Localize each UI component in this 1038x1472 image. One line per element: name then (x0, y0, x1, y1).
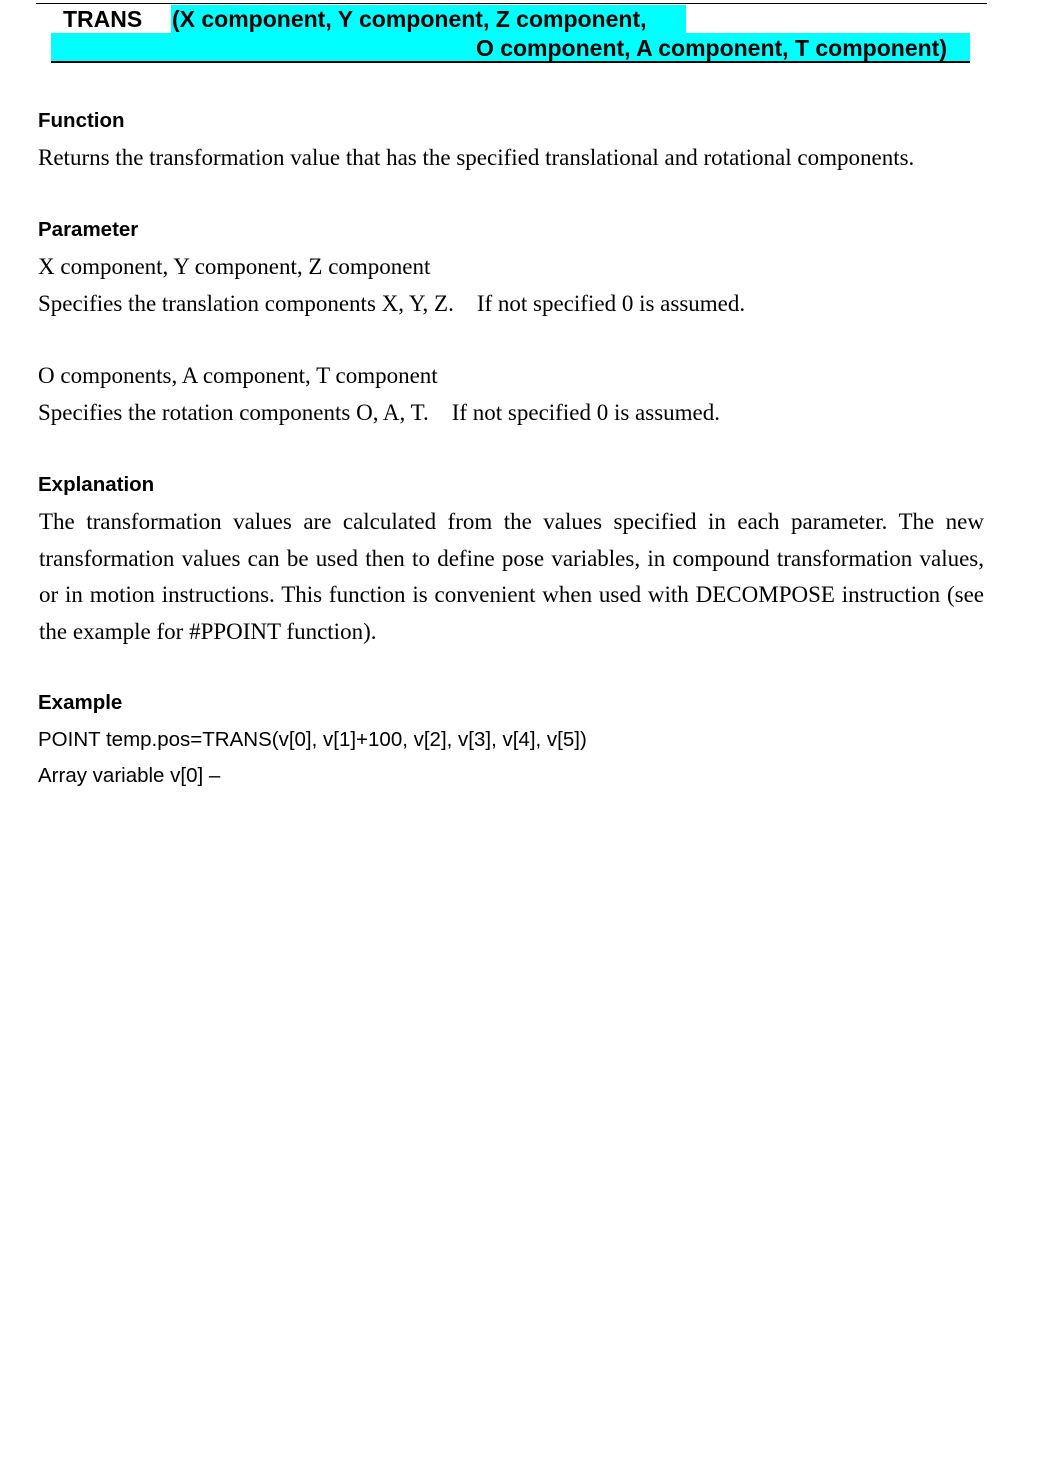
explanation-heading: Explanation (38, 473, 155, 496)
translation-param-name: X component, Y component, Z component (38, 254, 431, 279)
command-header: TRANS (X component, Y component, Z compo… (0, 0, 1038, 66)
function-heading: Function (38, 109, 125, 132)
example-code: POINT temp.pos=TRANS(v[0], v[1]+100, v[2… (38, 728, 587, 751)
example-note: Array variable v[0] – (38, 764, 221, 787)
function-text: Returns the transformation value that ha… (38, 145, 915, 170)
header-rule (51, 61, 970, 63)
explanation-text: The transformation values are calculated… (39, 509, 984, 644)
example-heading: Example (38, 691, 123, 714)
signature-line1: (X component, Y component, Z component, (172, 6, 647, 32)
signature-line2: O component, A component, T component) (475, 35, 947, 61)
translation-param-desc: Specifies the translation components X, … (38, 291, 746, 316)
rotation-param-name: O components, A component, T component (38, 363, 438, 388)
rotation-param-desc: Specifies the rotation components O, A, … (38, 400, 720, 425)
parameter-heading: Parameter (38, 218, 139, 241)
command-keyword: TRANS (63, 6, 143, 32)
